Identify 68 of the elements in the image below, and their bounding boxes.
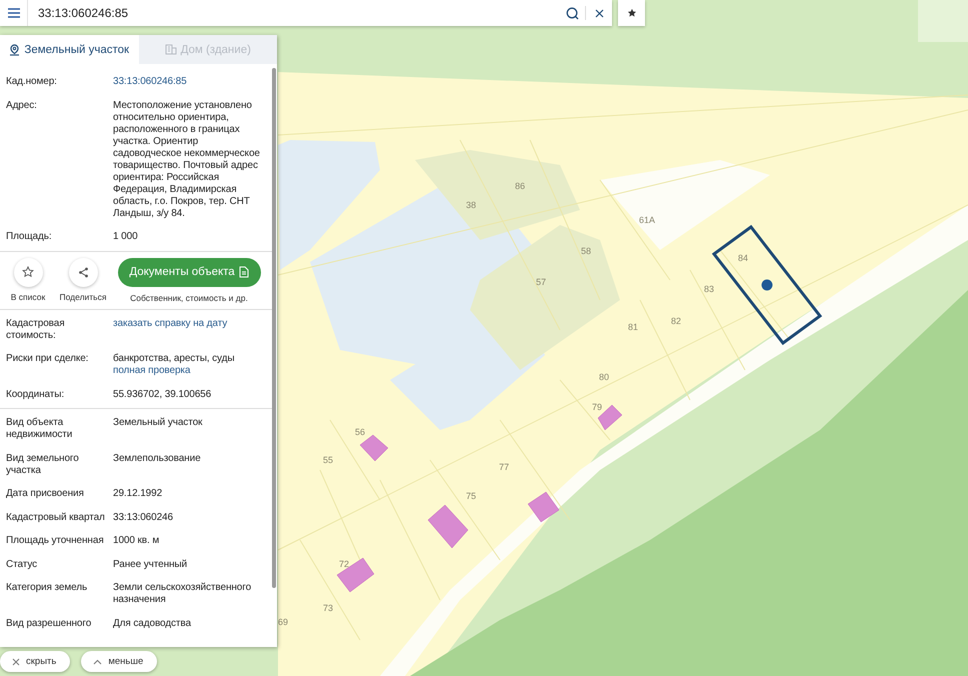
field-label: Вид объекта недвижимости bbox=[6, 417, 74, 441]
field-value: 33:13:060246 bbox=[113, 512, 173, 522]
document-icon bbox=[238, 266, 249, 278]
menu-icon bbox=[8, 8, 20, 18]
field-label: Риски при сделке: bbox=[6, 353, 90, 366]
footer-button[interactable]: скрыть bbox=[0, 651, 70, 672]
field-value: Для садоводства bbox=[113, 618, 191, 628]
documents-button[interactable]: Документы объекта bbox=[118, 258, 260, 286]
field-value: 1 000 bbox=[113, 231, 138, 242]
parcel-number: 73 bbox=[323, 603, 333, 613]
field-label: Вид разрешенного bbox=[6, 618, 92, 630]
tab[interactable]: Земельный участок bbox=[0, 35, 138, 64]
parcel-number: 80 bbox=[599, 372, 609, 382]
documents-caption: Собственник, стоимость и др. bbox=[130, 292, 248, 304]
field-value: Землепользование bbox=[113, 452, 201, 464]
parcel-number: 38 bbox=[466, 200, 476, 210]
parcel-number: 55 bbox=[323, 455, 333, 465]
field-value: 29.12.1992 bbox=[113, 488, 162, 499]
field-value: Местоположение установлено относительно ориентира, расположенного в границах участка. Ориентир садоводческое некоммерческое товарищество. Почтовый адрес ориентира: Российская Федерация, Владимирская область, г.о. Покров, тер. СНТ Ландыш, з/у 84. bbox=[113, 100, 260, 218]
field-label: Адрес: bbox=[6, 100, 38, 112]
meadow-area bbox=[918, 0, 968, 42]
parcel-number: 81 bbox=[628, 322, 638, 332]
field-label: Кадастровый квартал bbox=[6, 512, 106, 524]
parcel-number: 72 bbox=[339, 559, 349, 569]
location-marker[interactable] bbox=[762, 280, 772, 290]
field-label: Площадь: bbox=[6, 231, 53, 243]
field-label: Площадь уточненная bbox=[6, 535, 105, 547]
field-value: 1000 кв. м bbox=[113, 535, 160, 546]
caret-icon bbox=[93, 658, 102, 664]
parcel-number: 82 bbox=[671, 316, 681, 326]
field-label: Кадастровая стоимость: bbox=[6, 318, 66, 342]
star-icon bbox=[22, 266, 34, 278]
parcel-number: 56 bbox=[355, 427, 365, 437]
field-label: Статус bbox=[6, 558, 38, 570]
parcel-number: 77 bbox=[499, 462, 509, 472]
parcel-number: 83 bbox=[704, 284, 714, 294]
field-label: Категория земель bbox=[6, 582, 88, 595]
footer-button[interactable]: меньше bbox=[81, 651, 158, 672]
field-label: Дата присвоения bbox=[6, 488, 85, 500]
parcel-number: 84 bbox=[738, 253, 748, 263]
field-value: Земельный участок bbox=[113, 417, 202, 428]
value-link[interactable]: заказать справку на дату bbox=[113, 318, 228, 328]
value-link[interactable]: 33:13:060246:85 bbox=[113, 76, 187, 87]
field-label: Кад.номер: bbox=[6, 76, 58, 88]
close-icon bbox=[594, 8, 604, 18]
parcel-number: 75 bbox=[466, 491, 476, 501]
field-value: Земли сельскохозяйственного назначения bbox=[113, 582, 252, 605]
action-button[interactable]: Поделиться bbox=[56, 258, 110, 302]
parcel-number: 61А bbox=[639, 215, 655, 225]
close-icon bbox=[12, 658, 20, 666]
parcel-number: 58 bbox=[581, 246, 591, 256]
star-icon bbox=[626, 8, 636, 18]
parcel-number: 79 bbox=[592, 402, 602, 412]
parcel-number: 69 bbox=[278, 617, 288, 627]
field-value: 55.936702, 39.100656 bbox=[113, 388, 212, 400]
parcel-number: 86 bbox=[515, 181, 525, 191]
field-value: банкротства, аресты, суды bbox=[113, 353, 234, 364]
building-icon bbox=[164, 44, 177, 55]
check-link[interactable]: полная проверка bbox=[113, 365, 190, 376]
favorite-button[interactable] bbox=[618, 0, 645, 26]
search-icon bbox=[566, 6, 578, 20]
pin-icon bbox=[9, 44, 20, 56]
share-icon bbox=[78, 266, 88, 278]
field-label: Координаты: bbox=[6, 388, 66, 400]
action-button[interactable]: В список bbox=[6, 258, 50, 302]
parcel-number: 57 bbox=[536, 277, 546, 287]
field-value: Ранее учтенный bbox=[113, 558, 187, 570]
field-label: Вид земельного участка bbox=[6, 452, 80, 476]
